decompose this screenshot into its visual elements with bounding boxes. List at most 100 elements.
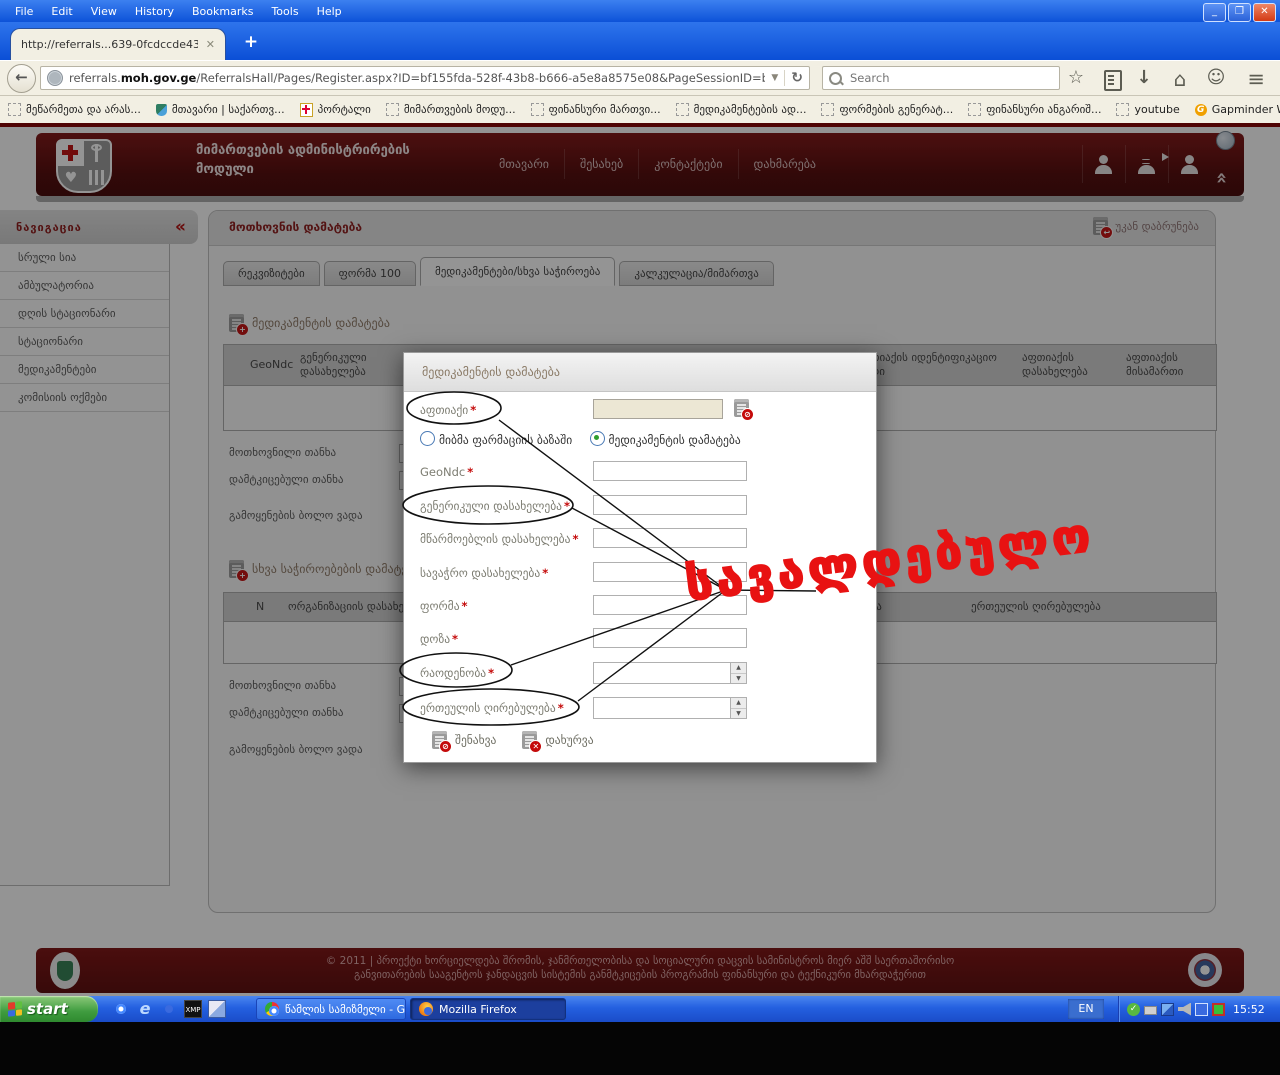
menu-tools[interactable]: Tools — [262, 3, 307, 20]
bookmarks-panel-icon[interactable] — [1104, 70, 1122, 91]
bookmark-item[interactable]: მთავარი | საქართვ... — [156, 103, 285, 116]
dose-input[interactable] — [593, 628, 747, 648]
spin-up-icon[interactable]: ▲ — [731, 663, 746, 674]
gapminder-icon: G — [1195, 104, 1207, 116]
bookmark-item[interactable]: ფორმების გენერატ... — [821, 103, 953, 116]
windows-flag-icon — [8, 1001, 22, 1016]
clock: 15:52 — [1233, 1003, 1265, 1016]
browser-tab[interactable]: http://referrals...639-0fcdccde4338 ✕ — [10, 28, 226, 60]
quantity-label: რაოდენობა* — [420, 666, 494, 680]
display-icon[interactable] — [1212, 1003, 1225, 1016]
bookmark-placeholder-icon — [8, 103, 21, 116]
page-top-border — [0, 123, 1280, 127]
bookmark-placeholder-icon — [1116, 103, 1129, 116]
menu-file[interactable]: File — [6, 3, 42, 20]
menu-help[interactable]: Help — [308, 3, 351, 20]
bookmark-item[interactable]: ფინანსური ანგარიშ... — [968, 103, 1101, 116]
bookmark-placeholder-icon — [968, 103, 981, 116]
geondc-input[interactable] — [593, 461, 747, 481]
start-button[interactable]: start — [0, 996, 98, 1022]
pharmacy-lookup-icon[interactable]: ⊘ — [734, 399, 749, 417]
quantity-stepper[interactable]: ▲▼ — [593, 662, 747, 684]
window-close-button[interactable]: ✕ — [1253, 3, 1276, 22]
generic-name-label: გენერიკული დასახელება* — [420, 499, 570, 513]
system-tray: ✓ 15:52 — [1118, 996, 1280, 1022]
url-bar[interactable]: referrals.moh.gov.ge/ReferralsHall/Pages… — [40, 66, 810, 90]
save-button[interactable]: ⊘ შენახვა — [432, 731, 496, 749]
screen-bottom-black — [0, 1022, 1280, 1075]
tab-title: http://referrals...639-0fcdccde4338 — [21, 38, 198, 51]
bookmark-placeholder-icon — [386, 103, 399, 116]
reload-icon[interactable]: ↻ — [784, 70, 803, 86]
bookmark-item[interactable]: youtube — [1116, 103, 1179, 116]
trade-name-input[interactable] — [593, 562, 747, 582]
site-identity-icon[interactable] — [47, 70, 63, 86]
bookmark-item[interactable]: ფინანსური მართვი... — [531, 103, 661, 116]
window-minimize-button[interactable]: _ — [1203, 3, 1226, 22]
dose-label: დოზა* — [420, 632, 458, 646]
menu-edit[interactable]: Edit — [42, 3, 81, 20]
close-button[interactable]: ✕ დახურვა — [522, 731, 593, 749]
app-tray-icon[interactable] — [1195, 1003, 1208, 1016]
task-firefox-window[interactable]: Mozilla Firefox — [410, 998, 566, 1020]
tab-close-icon[interactable]: ✕ — [206, 38, 215, 51]
menu-view[interactable]: View — [82, 3, 126, 20]
trade-name-label: სავაჭრო დასახელება* — [420, 566, 548, 580]
radio-link-pharmacy-db[interactable] — [420, 431, 435, 446]
bookmark-item[interactable]: მიმართვების მოდუ... — [386, 103, 516, 116]
downloads-icon[interactable]: ↓ — [1132, 67, 1156, 88]
pharmacy-label: აფთიაქი* — [420, 403, 476, 417]
source-radio-group: მიბმა ფარმაციის ბაზაში მედიკამენტის დამა… — [420, 431, 741, 447]
task-chrome-window[interactable]: წამლის სამიზმელი - G... — [256, 998, 406, 1020]
search-input[interactable] — [848, 70, 1032, 86]
spin-down-icon[interactable]: ▼ — [731, 709, 746, 719]
quicklaunch-ie-icon[interactable]: e — [136, 1000, 154, 1018]
form-input[interactable] — [593, 595, 747, 615]
generic-name-input[interactable] — [593, 495, 747, 515]
spin-up-icon[interactable]: ▲ — [731, 698, 746, 709]
pharmacy-input[interactable] — [593, 399, 723, 419]
hamburger-menu-icon[interactable]: ≡ — [1244, 67, 1268, 91]
bookmark-star-icon[interactable]: ☆ — [1064, 67, 1088, 88]
georgia-emblem-icon — [300, 103, 313, 117]
printer-icon[interactable] — [1144, 1006, 1157, 1015]
unit-price-stepper[interactable]: ▲▼ — [593, 697, 747, 719]
browser-tabbar: http://referrals...639-0fcdccde4338 ✕ + — [0, 22, 1280, 60]
url-text: referrals.moh.gov.ge/ReferralsHall/Pages… — [69, 71, 765, 85]
network-icon[interactable] — [1161, 1003, 1174, 1016]
bookmark-item[interactable]: მედიკამენტების ად... — [676, 103, 807, 116]
radio-add-medication[interactable] — [590, 431, 605, 446]
url-dropdown-icon[interactable]: ▼ — [771, 73, 778, 83]
bookmark-item[interactable]: პორტალი — [300, 103, 371, 117]
manufacturer-label: მწარმოებლის დასახელება* — [420, 532, 578, 546]
geondc-label: GeoNdc* — [420, 465, 473, 479]
browser-menubar: File Edit View History Bookmarks Tools H… — [0, 0, 1280, 22]
dialog-buttons: ⊘ შენახვა ✕ დახურვა — [432, 731, 594, 749]
close-doc-icon: ✕ — [522, 731, 537, 749]
new-tab-button[interactable]: + — [238, 32, 264, 54]
quicklaunch-app-icon[interactable] — [208, 1000, 226, 1018]
bookmarks-bar: მეწარმეთა და არას... მთავარი | საქართვ..… — [0, 96, 1280, 123]
quicklaunch-xmp-icon[interactable]: XMP — [184, 1000, 202, 1018]
security-check-icon[interactable]: ✓ — [1127, 1003, 1140, 1016]
menu-bookmarks[interactable]: Bookmarks — [183, 3, 262, 20]
search-box[interactable] — [822, 66, 1060, 90]
back-button[interactable]: ← — [7, 64, 36, 93]
window-restore-button[interactable]: ❐ — [1228, 3, 1251, 22]
bookmark-item[interactable]: მეწარმეთა და არას... — [8, 103, 141, 116]
bookmark-placeholder-icon — [531, 103, 544, 116]
add-medication-dialog: მედიკამენტის დამატება აფთიაქი* ⊘ მიბმა ფ… — [403, 352, 877, 763]
manufacturer-input[interactable] — [593, 528, 747, 548]
form-label: ფორმა* — [420, 599, 468, 613]
home-icon[interactable]: ⌂ — [1168, 67, 1192, 91]
spin-down-icon[interactable]: ▼ — [731, 674, 746, 684]
language-indicator[interactable]: EN — [1068, 999, 1104, 1019]
unit-price-label: ერთეულის ღირებულება* — [420, 701, 564, 715]
bookmark-item[interactable]: GGapminder World — [1195, 103, 1280, 116]
screen: File Edit View History Bookmarks Tools H… — [0, 0, 1280, 1075]
volume-icon[interactable] — [1178, 1003, 1191, 1016]
chat-icon[interactable]: ☺ — [1204, 67, 1228, 88]
bookmark-placeholder-icon — [821, 103, 834, 116]
menu-history[interactable]: History — [126, 3, 183, 20]
firefox-icon — [419, 1002, 433, 1016]
